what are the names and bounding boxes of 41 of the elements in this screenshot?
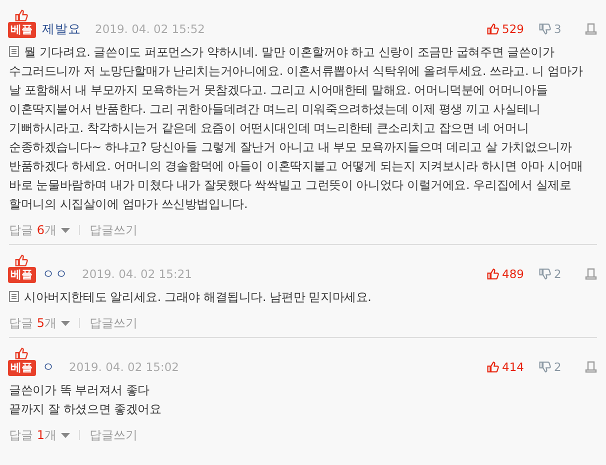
comment-date: 2019. 04. 02 15:21 [82, 266, 192, 283]
like-button[interactable]: 414 [487, 358, 539, 376]
caret-icon[interactable] [61, 320, 70, 326]
comment-date: 2019. 04. 02 15:52 [95, 21, 205, 38]
memo-icon [9, 46, 19, 57]
comment-text: 뭘 기다려요. 글쓴이도 퍼포먼스가 약하시네. 말만 이혼할꺼야 하고 신랑이 조금만 굽혀주면 글쓴이가 수그러드니까 저 노망단할매가 난리치는거아니에요. 이혼서류뽑아서 식탁위에 올려두세요. 쓰라고. 니 엄마가 날 포함해서 내 부모까지 모욕하는거 못참겠다고. 그리고 시어매한테 말해요. 어머니덕분에 어머니아들 이혼딱지붙어서 반품한다. 그리 귀한아들데려간 며느리 미워죽으려하셨는데 이제 평생 끼고 사실테니 기뻐하시라고. 착각하시는거 같은데 요즘이 어떤시대인데 며느리한테 큰소리치고 잡으면 네 어머니 순종하겠습니다~ 하냐고? 당신아들 그렇게 잘난거 아니고 내 부모 모욕까지들으며 데리고 살 가치없으니까 반품하겠다 하세요. 어머니의 경솔함덕에 아들이 이혼딱지붙고 어떻게 되는지 지켜보시라 하시면 아마 시어매 바로 눈물바람하며 내가 미쳤다 내가 잘못했다 싹싹빌고 그런뜻이 아니었다 이럴거에요. 우리집에서 실제로 할머니의 시집살이에 엄마가 쓰신방법입니다. [9, 44, 584, 213]
thumbs-up-icon [487, 361, 499, 373]
best-badge: 베플 [8, 360, 36, 376]
like-button[interactable]: 529 [487, 20, 539, 38]
best-badge: 베플 [8, 267, 36, 283]
like-button[interactable]: 489 [487, 265, 539, 283]
reply-count[interactable]: 답글 6개 [9, 222, 56, 238]
reply-count[interactable]: 답글 1개 [9, 427, 56, 443]
thumbs-up-icon [15, 347, 28, 360]
reply-count[interactable]: 답글 5개 [9, 315, 56, 331]
thumbs-up-icon [487, 268, 499, 280]
author-name[interactable]: 제발요 [42, 20, 81, 38]
author-name[interactable]: ㅇㅇ [42, 265, 68, 283]
thumbs-up-icon [487, 23, 499, 35]
caret-icon[interactable] [61, 228, 70, 232]
report-icon[interactable] [585, 268, 597, 280]
comment-text: 글쓴이가 똑 부러져서 좋다 끝까지 잘 하셨으면 좋겠어요 [9, 382, 162, 418]
author-name[interactable]: ㅇ [42, 358, 55, 376]
best-badge: 베플 [8, 22, 36, 38]
write-reply-link[interactable]: 답글쓰기 [89, 315, 138, 331]
dislike-button[interactable]: 2 [539, 358, 585, 376]
thumbs-up-icon [15, 254, 28, 267]
write-reply-link[interactable]: 답글쓰기 [89, 222, 138, 238]
thumbs-down-icon [539, 23, 551, 35]
comment-text: 시아버지한테도 알리세요. 그래야 해결됩니다. 남편만 믿지마세요. [9, 288, 597, 307]
report-icon[interactable] [585, 23, 597, 35]
thumbs-up-icon [15, 9, 28, 22]
write-reply-link[interactable]: 답글쓰기 [89, 427, 138, 443]
report-icon[interactable] [585, 361, 597, 373]
dislike-button[interactable]: 2 [539, 265, 585, 283]
dislike-button[interactable]: 3 [539, 20, 585, 38]
thumbs-down-icon [539, 361, 551, 373]
thumbs-down-icon [539, 268, 551, 280]
memo-icon [9, 291, 19, 302]
comment-date: 2019. 04. 02 15:02 [69, 359, 179, 376]
caret-icon[interactable] [61, 432, 70, 438]
